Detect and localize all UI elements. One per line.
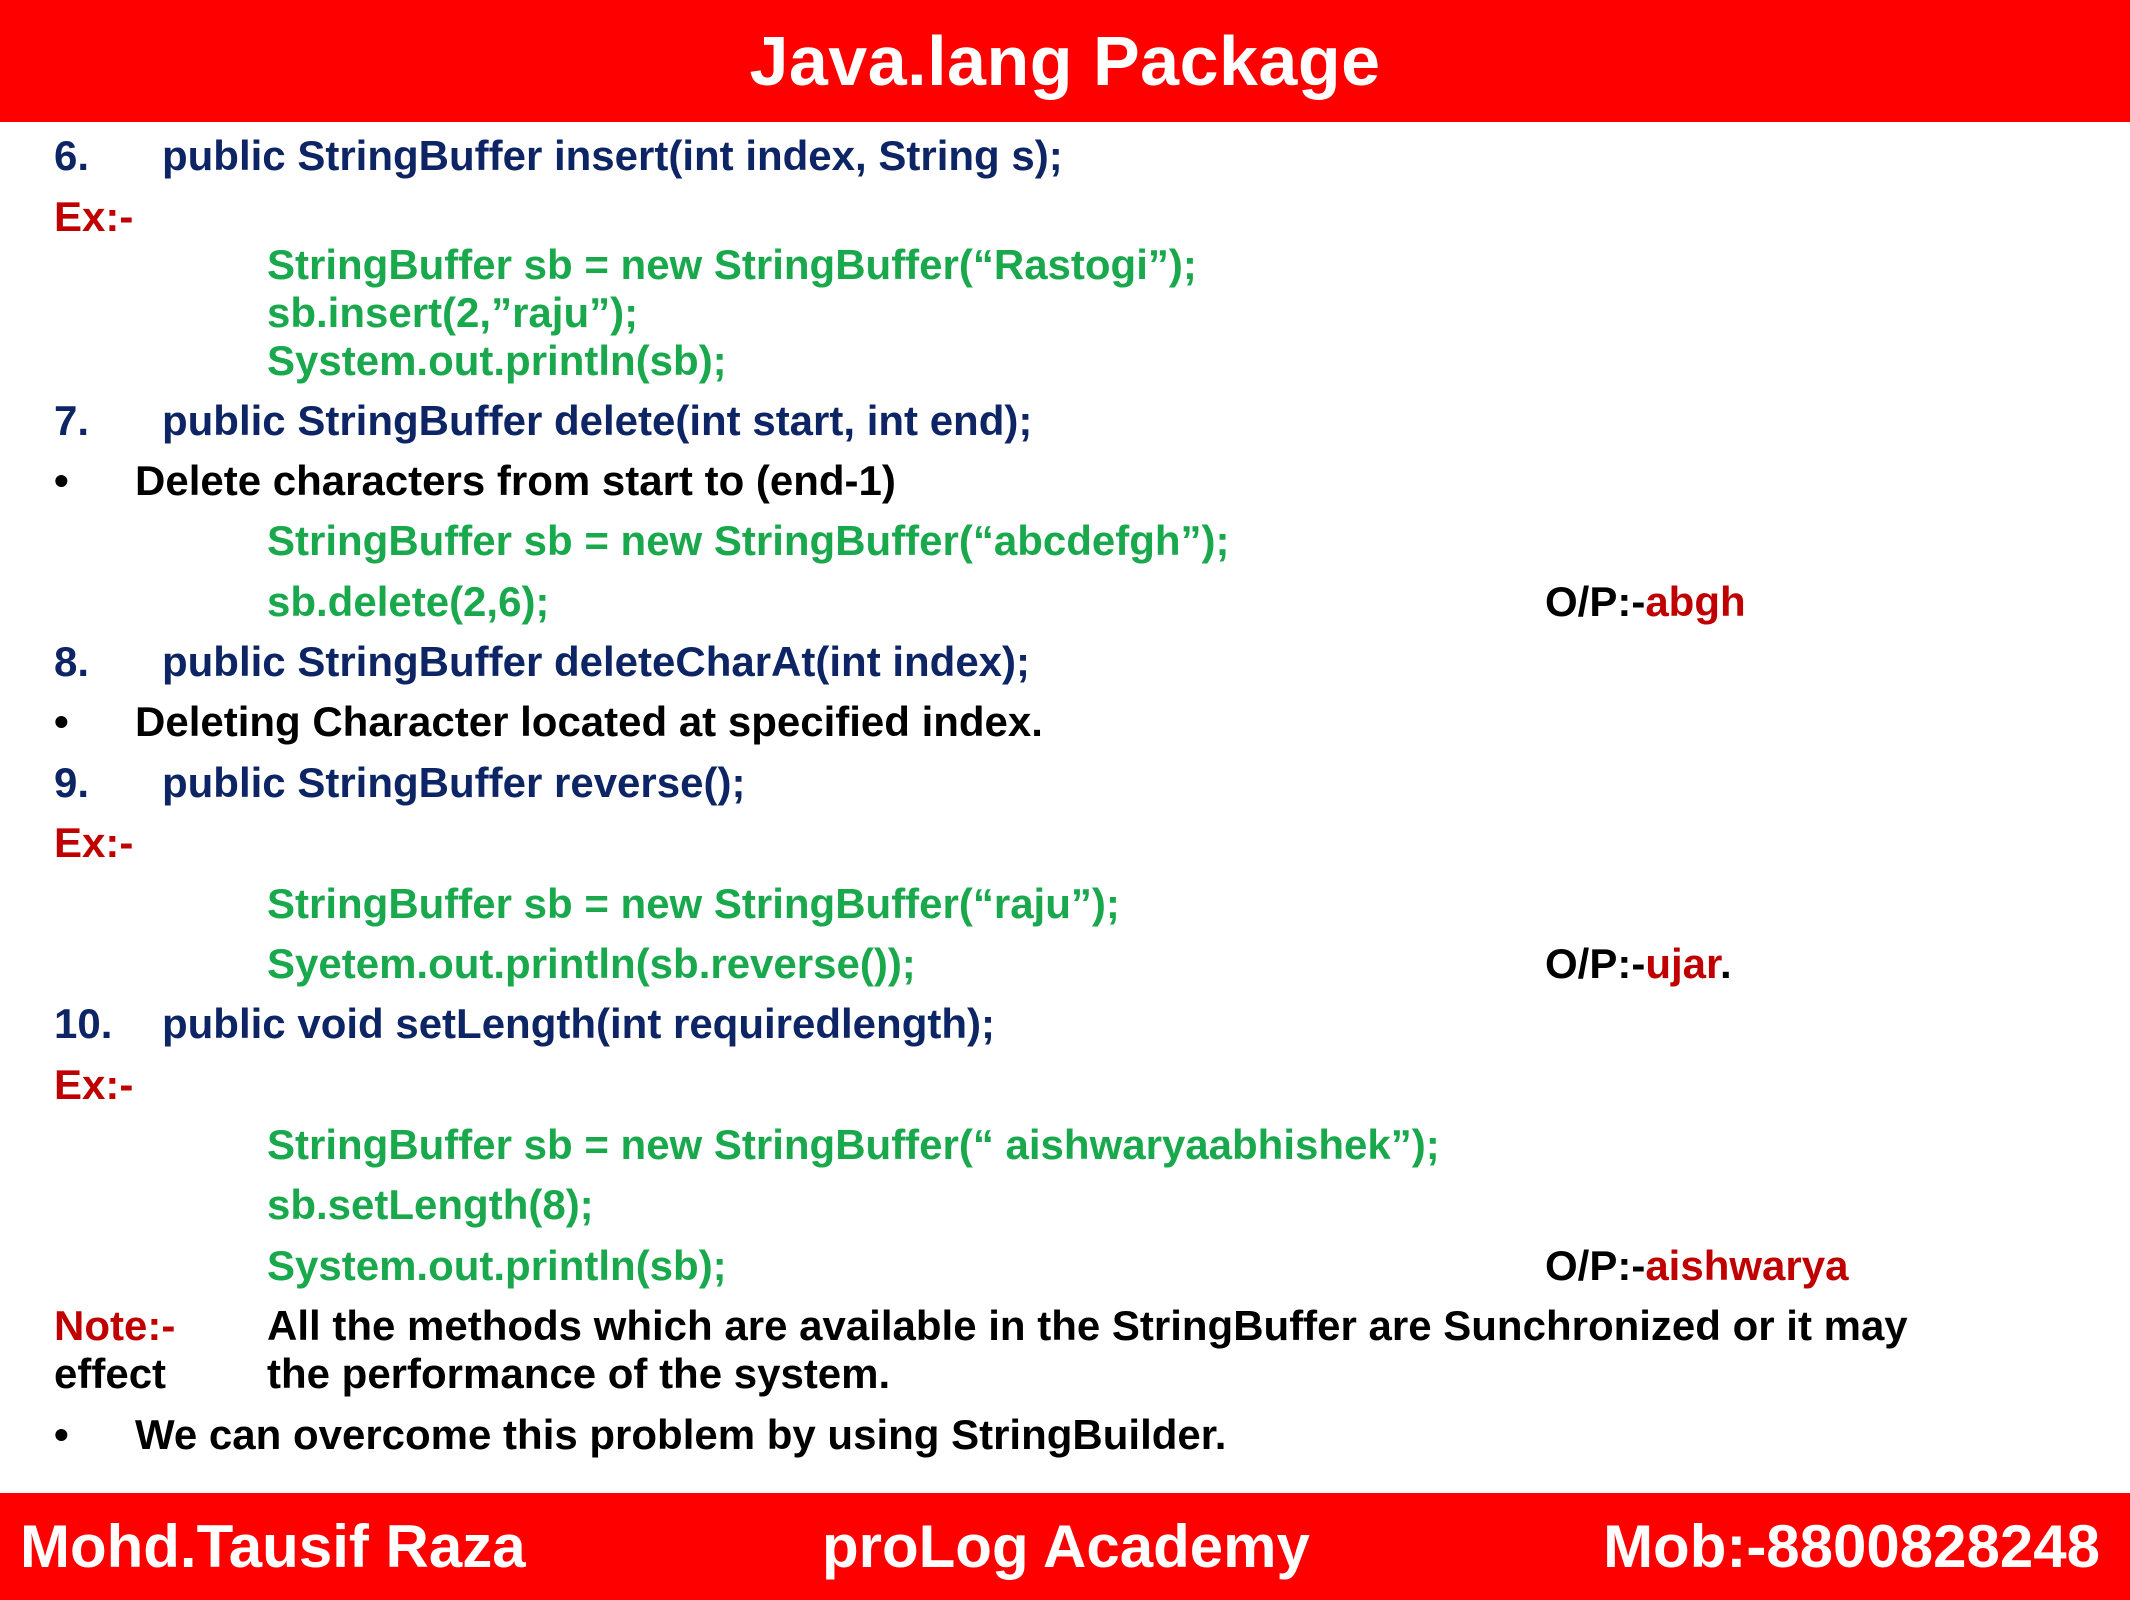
item-number: 10. [54, 1000, 113, 1047]
footer-bar: Mohd.Tausif Raza proLog Academy Mob:-880… [0, 1493, 2130, 1600]
item-number: 6. [54, 132, 90, 179]
code-line: sb.insert(2,”raju”); [267, 289, 639, 336]
example-label: Ex:- [54, 819, 134, 866]
output-prefix: O/P:- [1545, 578, 1646, 625]
output-label: O/P:-abgh [1545, 577, 1746, 627]
code-line: StringBuffer sb = new StringBuffer(“ ais… [267, 1121, 1440, 1168]
header-bar: Java.lang Package [0, 0, 2130, 122]
output-value: abgh [1645, 578, 1746, 625]
output-suffix: . [1720, 940, 1732, 987]
code-line: sb.setLength(8); [267, 1181, 594, 1228]
bullet-icon: • [54, 457, 69, 504]
note-text-line2: the performance of the system. [267, 1350, 891, 1397]
output-prefix: O/P:- [1545, 1242, 1646, 1289]
item-number: 7. [54, 397, 90, 444]
code-line: Syetem.out.println(sb.reverse()); [267, 940, 916, 987]
code-line: System.out.println(sb); [267, 337, 727, 384]
method-signature: public StringBuffer deleteCharAt(int ind… [162, 638, 1031, 685]
bullet-icon: • [54, 1411, 69, 1458]
description-text: Delete characters from start to (end-1) [135, 457, 896, 504]
example-label: Ex:- [54, 193, 134, 240]
code-line: System.out.println(sb); [267, 1242, 727, 1289]
code-line: sb.delete(2,6); [267, 578, 550, 625]
output-prefix: O/P:- [1545, 940, 1646, 987]
output-label: O/P:-ujar. [1545, 939, 1732, 989]
output-value: ujar [1645, 940, 1721, 987]
output-label: O/P:-aishwarya [1545, 1241, 1848, 1291]
method-signature: public StringBuffer delete(int start, in… [162, 397, 1033, 444]
code-line: StringBuffer sb = new StringBuffer(“Rast… [267, 241, 1197, 288]
item-number: 8. [54, 638, 90, 685]
page-title: Java.lang Package [749, 22, 1381, 100]
academy-name: proLog Academy [822, 1513, 1310, 1580]
description-text: Deleting Character located at specified … [135, 698, 1043, 745]
code-line: StringBuffer sb = new StringBuffer(“raju… [267, 880, 1120, 927]
note-label: Note:- [54, 1302, 176, 1349]
example-label: Ex:- [54, 1061, 134, 1108]
note-continuation: effect [54, 1350, 167, 1397]
method-signature: public void setLength(int requiredlength… [162, 1000, 995, 1047]
mobile-number: Mob:-8800828248 [1603, 1513, 2100, 1580]
code-line: StringBuffer sb = new StringBuffer(“abcd… [267, 517, 1230, 564]
output-value: aishwarya [1645, 1242, 1849, 1289]
method-signature: public StringBuffer reverse(); [162, 759, 746, 806]
author-name: Mohd.Tausif Raza [20, 1513, 526, 1580]
note-text-line1: All the methods which are available in t… [267, 1302, 1908, 1349]
final-note-text: We can overcome this problem by using St… [135, 1411, 1227, 1458]
method-signature: public StringBuffer insert(int index, St… [162, 132, 1063, 179]
item-number: 9. [54, 759, 90, 806]
bullet-icon: • [54, 698, 69, 745]
